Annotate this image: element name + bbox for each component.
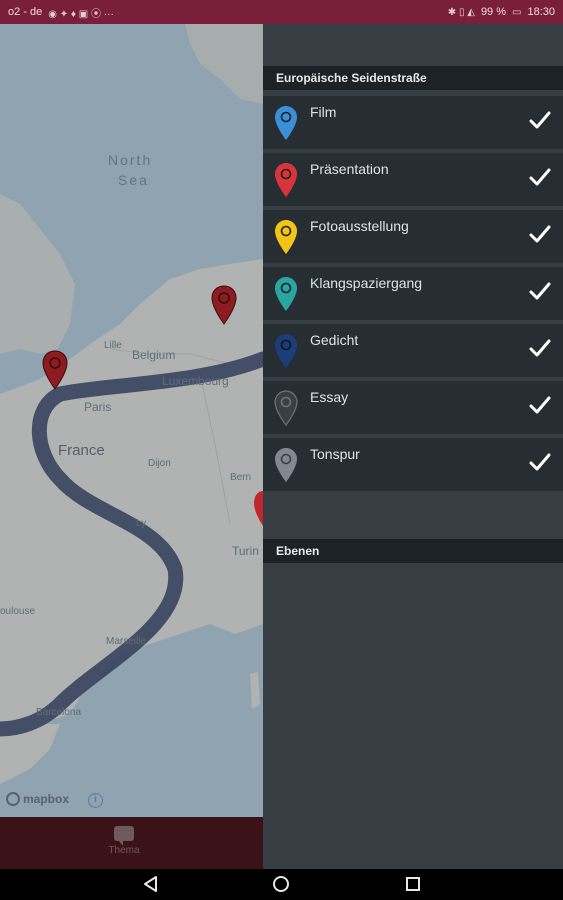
chat-icon — [114, 826, 134, 846]
layer-label: Film — [310, 104, 337, 120]
map-view[interactable]: North Sea Lille Belgium Luxembourg Paris… — [0, 24, 263, 817]
map-pin-marker-partial[interactable] — [252, 490, 263, 530]
notification-icons: ◉ ✦ ♦ ▣ ⦿ ··· — [48, 8, 114, 20]
navigation-bar — [0, 869, 563, 900]
battery-percent: 99 % — [480, 6, 507, 18]
checkmark-icon[interactable] — [528, 336, 552, 360]
map-pin-icon — [275, 448, 297, 482]
map-pin-icon — [275, 334, 297, 368]
checkmark-icon[interactable] — [528, 222, 552, 246]
map-pin-icon — [275, 163, 297, 197]
checkmark-icon[interactable] — [528, 108, 552, 132]
map-label-paris: Paris — [84, 400, 112, 414]
layer-item-essay[interactable]: Essay — [263, 381, 563, 434]
tab-thema-label: Thema — [108, 845, 140, 856]
map-pin-marker[interactable] — [42, 350, 68, 390]
info-icon[interactable]: i — [88, 793, 103, 808]
map-label-lille: Lille — [104, 340, 122, 351]
home-icon[interactable] — [272, 875, 290, 893]
layer-label: Tonspur — [310, 446, 360, 462]
map-label-belgium: Belgium — [132, 348, 176, 362]
layer-item-klangspaziergang[interactable]: Klangspaziergang — [263, 267, 563, 320]
map-label-bern: Bern — [230, 472, 252, 483]
layer-item-praesentation[interactable]: Präsentation — [263, 153, 563, 206]
layer-item-tonspur[interactable]: Tonspur — [263, 438, 563, 491]
recents-icon[interactable] — [404, 875, 422, 893]
map-pin-marker[interactable] — [211, 285, 237, 325]
map-label-lyon: Ly — [136, 518, 147, 529]
system-status-icons: ✱ ▯ ◭ — [447, 6, 475, 18]
map-pin-icon — [274, 390, 298, 426]
clock: 18:30 — [527, 6, 555, 18]
layer-label: Gedicht — [310, 332, 359, 348]
checkmark-icon[interactable] — [528, 450, 552, 474]
layer-item-fotoausstellung[interactable]: Fotoausstellung — [263, 210, 563, 263]
map-pin-icon — [275, 220, 297, 254]
battery-icon: ▭ — [512, 6, 522, 18]
mapbox-logo-icon — [6, 792, 20, 806]
layer-item-gedicht[interactable]: Gedicht — [263, 324, 563, 377]
layer-label: Essay — [310, 389, 349, 405]
layers-panel: Europäische Seidenstraße Film Präsentati… — [263, 24, 563, 869]
checkmark-icon[interactable] — [528, 393, 552, 417]
layer-label: Fotoausstellung — [310, 218, 409, 234]
map-label-france: France — [58, 442, 105, 459]
map-label-sea: Sea — [118, 172, 149, 188]
bottom-tab-bar: Thema — [0, 817, 263, 869]
mapbox-attribution: mapbox — [23, 792, 70, 806]
carrier-name: o2 - de — [8, 6, 43, 18]
map-pin-icon — [275, 277, 297, 311]
section-header-seidenstrasse: Europäische Seidenstraße — [263, 66, 563, 90]
map-label-turin: Turin — [232, 544, 259, 558]
map-label-marseille: Marseille — [106, 636, 147, 647]
map-canvas — [0, 24, 263, 817]
layer-label: Präsentation — [310, 161, 389, 177]
checkmark-icon[interactable] — [528, 165, 552, 189]
map-label-dijon: Dijon — [148, 458, 171, 469]
layer-item-film[interactable]: Film — [263, 96, 563, 149]
map-label-luxembourg: Luxembourg — [162, 374, 229, 388]
checkmark-icon[interactable] — [528, 279, 552, 303]
map-pin-icon — [275, 106, 297, 140]
map-label-north: North — [108, 152, 153, 168]
map-label-toulouse: oulouse — [0, 606, 36, 617]
back-icon[interactable] — [142, 875, 160, 893]
layer-label: Klangspaziergang — [310, 275, 423, 291]
mapbox-logo[interactable]: mapbox — [6, 792, 69, 806]
map-label-barcelona: Barcelona — [36, 707, 82, 718]
tab-thema[interactable]: Thema — [100, 826, 148, 856]
status-bar: o2 - de ◉ ✦ ♦ ▣ ⦿ ··· ✱ ▯ ◭ 99 % ▭ 18:30 — [0, 0, 563, 24]
section-header-ebenen: Ebenen — [263, 539, 563, 563]
